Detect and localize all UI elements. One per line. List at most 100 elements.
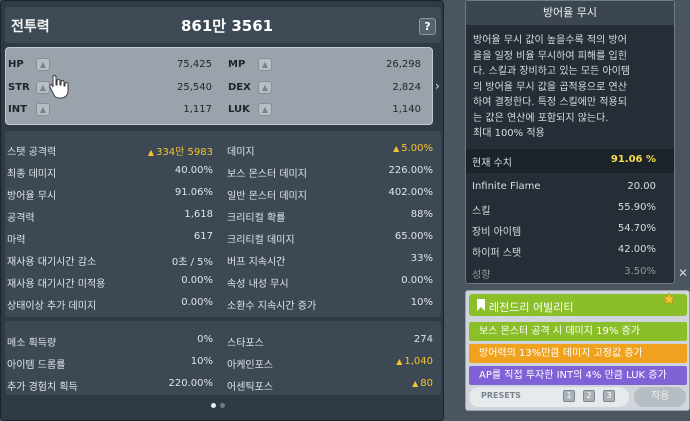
ap-stat-name: HP — [8, 59, 24, 70]
breakdown-value: 42.00% — [617, 244, 656, 255]
stat-label: 방어율 무시 — [7, 191, 57, 202]
stat-value: 0.00% — [181, 275, 213, 286]
ability-header: 레전드리 어빌리티 — [469, 294, 687, 316]
stat-row: 재사용 대기시간 감소 0초 / 5% 버프 지속시간 33% — [5, 250, 441, 268]
stat-value: 274 — [413, 334, 433, 345]
ap-increase-button[interactable]: ▲ — [258, 103, 272, 116]
ap-stat-name: DEX — [228, 82, 251, 93]
breakdown-label: 하이퍼 스탯 — [472, 248, 522, 259]
stat-label: 추가 경험치 획득 — [7, 382, 78, 393]
increase-arrow-icon: ▲ — [393, 144, 400, 153]
stat-label: 메소 획득량 — [7, 338, 57, 349]
preset-button-1[interactable]: 1 — [563, 390, 575, 402]
stat-label: 아이템 드롭률 — [7, 360, 66, 371]
increase-arrow-icon: ▲ — [147, 148, 155, 157]
breakdown-label: 장비 아이템 — [472, 227, 522, 238]
combat-power-label: 전투력 — [11, 19, 50, 35]
stat-value: 0초 / 5% — [171, 257, 213, 268]
ap-increase-button[interactable]: ▲ — [36, 103, 50, 116]
stat-label: 공격력 — [7, 213, 35, 224]
increase-arrow-icon: ▲ — [412, 379, 419, 388]
ap-stat-value: 26,298 — [386, 59, 421, 70]
breakdown-label: 성향 — [472, 270, 491, 281]
presets-bar: PRESETS 1 2 3 — [469, 387, 629, 407]
stat-row: 재사용 대기시간 미적용 0.00% 속성 내성 무시 0.00% — [5, 272, 441, 290]
tooltip-title: 방어율 무시 — [466, 1, 674, 25]
ap-stat-value: 1,140 — [392, 104, 421, 115]
breakdown-label: 스킬 — [472, 206, 491, 217]
presets-label: PRESETS — [481, 391, 521, 400]
stat-row: 방어율 무시 91.06% 일반 몬스터 데미지 402.00% — [5, 184, 441, 202]
ignore-defense-tooltip: 방어율 무시 방어율 무시 값이 높을수록 적의 방어 율을 일정 비율 무시하… — [465, 0, 675, 284]
ap-increase-button[interactable]: ▲ — [258, 58, 272, 71]
stat-label: 어센틱포스 — [227, 382, 273, 393]
stat-value: 0.00% — [401, 275, 433, 286]
tooltip-breakdown-row: 성향 3.50% — [472, 263, 656, 283]
tooltip-description-line: 의 방어율 무시 값을 곱적용으로 연산 — [473, 81, 627, 93]
stat-value: 10% — [410, 297, 433, 308]
stat-value: 220.00% — [168, 378, 214, 389]
stat-label: 크리티컬 데미지 — [227, 235, 295, 246]
stat-value: 10% — [190, 356, 213, 367]
stat-label: 데미지 — [227, 147, 255, 158]
stat-label: 스타포스 — [227, 338, 264, 349]
ap-row-int-luk: INT ▲ 1,117 LUK ▲ 1,140 — [6, 101, 434, 119]
ap-stat-value: 2,824 — [392, 82, 421, 93]
stat-row: 공격력 1,618 크리티컬 확률 88% — [5, 206, 441, 224]
tooltip-breakdown-row: Infinite Flame 20.00 — [472, 178, 656, 198]
stat-value: 0.00% — [181, 297, 213, 308]
breakdown-value: 55.90% — [617, 202, 656, 213]
stat-row: 추가 경험치 획득 220.00% 어센틱포스 ▲ 80 — [5, 375, 441, 393]
stat-label: 크리티컬 확률 — [227, 213, 286, 224]
ability-line: 보스 몬스터 공격 시 데미지 19% 증가 — [469, 322, 687, 341]
ap-stat-name: LUK — [228, 104, 250, 115]
tooltip-breakdown-row: 스킬 55.90% — [472, 199, 656, 219]
legendary-ability-panel: 레전드리 어빌리티 보스 몬스터 공격 시 데미지 19% 증가 방어력의 13… — [465, 290, 690, 411]
ap-stat-name: STR — [8, 82, 30, 93]
ap-stat-name: MP — [228, 59, 246, 70]
tooltip-description-line: 방어율 무시 값이 높을수록 적의 방어 — [473, 35, 627, 46]
tooltip-description-line: 하여 결정한다. 특정 스킬에만 적용되 — [473, 97, 627, 108]
preset-button-3[interactable]: 3 — [603, 390, 615, 402]
ap-stat-name: INT — [8, 104, 27, 115]
stat-row: 상태이상 추가 데미지 0.00% 소환수 지속시간 증가 10% — [5, 294, 441, 312]
stat-value: 65.00% — [394, 231, 433, 242]
page-dot[interactable] — [220, 403, 225, 408]
ap-increase-button[interactable]: ▲ — [258, 81, 272, 94]
ability-line: AP를 직접 투자한 INT의 4% 만큼 LUK 증가 — [469, 366, 687, 385]
detail-stats-section: 스탯 공격력 ▲ 334만 5983 데미지 ▲ 5.00% 최종 데미지 40.0… — [5, 131, 441, 317]
breakdown-value: 3.50% — [624, 266, 656, 277]
stat-label: 재사용 대기시간 감소 — [7, 257, 97, 268]
stat-label: 버프 지속시간 — [227, 257, 286, 268]
stat-window: 전투력 861만 3561 ? HP ▲ 75,425 MP ▲ 26,298 … — [0, 0, 444, 421]
stat-value: ▲ 80 — [412, 378, 433, 389]
bookmark-icon — [477, 299, 485, 311]
stat-value: 0% — [197, 334, 213, 345]
stat-value: 617 — [193, 231, 213, 242]
ap-increase-button[interactable]: ▲ — [36, 58, 50, 71]
current-value: 91.06 % — [610, 154, 656, 165]
breakdown-value: 20.00 — [627, 181, 656, 192]
breakdown-label: Infinite Flame — [472, 181, 541, 192]
stat-label: 속성 내성 무시 — [227, 279, 289, 290]
stat-label: 보스 몬스터 데미지 — [227, 169, 307, 180]
preset-button-2[interactable]: 2 — [583, 390, 595, 402]
ability-title: 레전드리 어빌리티 — [489, 301, 574, 314]
close-icon[interactable]: ✕ — [678, 266, 688, 280]
stat-value: 40.00% — [174, 165, 213, 176]
tooltip-description-line: 다. 스킬과 장비하고 있는 모든 아이템 — [473, 66, 631, 77]
stat-row: 스탯 공격력 ▲ 334만 5983 데미지 ▲ 5.00% — [5, 140, 441, 158]
star-icon — [662, 292, 676, 306]
stat-label: 일반 몬스터 데미지 — [227, 191, 307, 202]
stat-value: 33% — [410, 253, 433, 264]
stat-label: 재사용 대기시간 미적용 — [7, 279, 106, 290]
stat-row: 마력 617 크리티컬 데미지 65.00% — [5, 228, 441, 246]
apply-button[interactable]: 적용 — [634, 387, 686, 407]
expand-arrow-icon[interactable]: › — [435, 79, 440, 93]
help-button[interactable]: ? — [419, 18, 436, 35]
stat-value: 402.00% — [388, 187, 434, 198]
tooltip-breakdown-row: 하이퍼 스탯 42.00% — [472, 241, 656, 261]
stat-value: ▲ 334만 5983 — [147, 147, 213, 158]
stat-value: ▲ 5.00% — [393, 143, 433, 154]
page-dot-active[interactable] — [211, 403, 216, 408]
